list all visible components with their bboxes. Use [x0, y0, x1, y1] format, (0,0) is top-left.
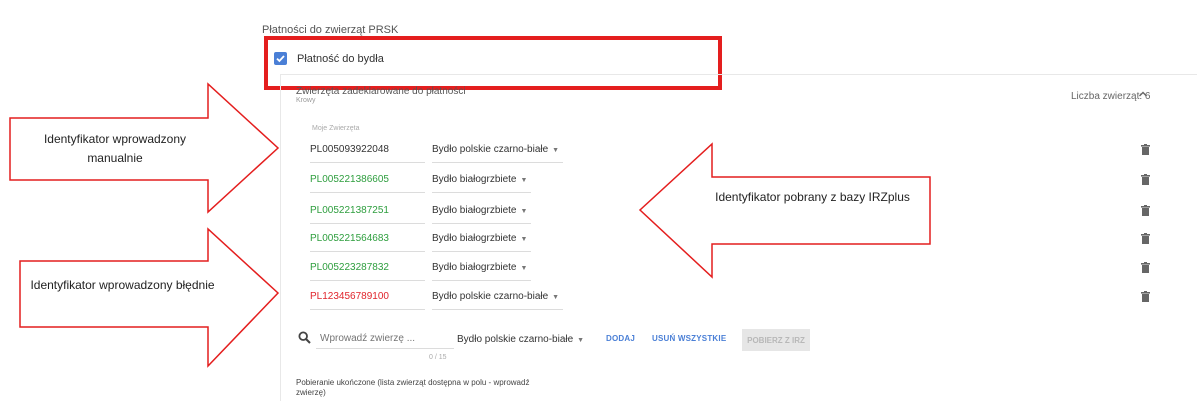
- annotation-layer: [9, 82, 931, 368]
- annotation-error: Identyfikator wprowadzony błędnie: [30, 278, 215, 292]
- annotation-irz: Identyfikator pobrany z bazy IRZplus: [715, 190, 910, 204]
- arrow-left-irz: [638, 142, 931, 279]
- annotation-manual: Identyfikator wprowadzony manualnie: [43, 132, 187, 165]
- arrow-right-error: [19, 227, 280, 368]
